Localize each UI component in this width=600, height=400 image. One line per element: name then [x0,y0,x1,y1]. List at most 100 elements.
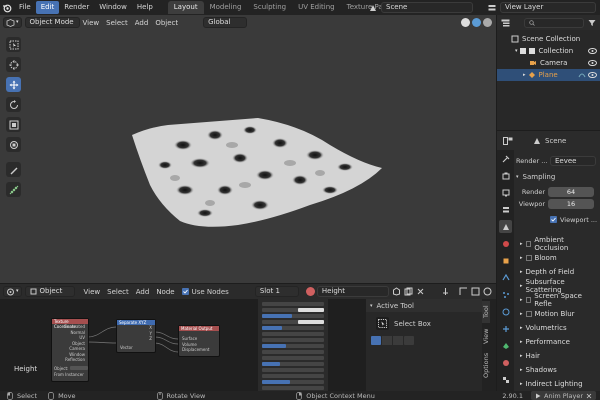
node-editor-type-button[interactable]: ▾ [3,286,22,297]
panel-subsurface[interactable]: ▸ Subsurface Scattering [516,278,598,294]
viewport-denoise-checkbox[interactable] [550,216,557,223]
material-name-field[interactable]: Height [316,286,389,297]
viewport-menu-object[interactable]: Object [155,19,178,27]
slot-dropdown[interactable]: Slot 1 [254,286,299,297]
viewport-menu-add[interactable]: Add [135,19,149,27]
outliner-collection[interactable]: ▾ Collection [497,45,600,57]
panel-motion-blur[interactable]: ▸ Motion Blur [516,307,598,321]
panel-shadows[interactable]: ▸ Shadows [516,363,598,377]
scene-field[interactable]: Scene [381,2,473,13]
expand-arrow-icon[interactable]: ▸ [523,72,526,78]
physics-tab-icon[interactable] [499,305,512,318]
menu-render[interactable]: Render [59,1,94,14]
object-mode-dropdown[interactable]: Object Mode [24,17,80,28]
editor-type-button[interactable]: ▾ [3,17,22,28]
panel-volumetrics[interactable]: ▸ Volumetrics [516,321,598,335]
node-material-output[interactable]: Material Output Surface Volume Displacem… [178,325,220,357]
node-texture-coordinate[interactable]: Texture Coordinate Generated Normal UV O… [51,318,89,382]
outliner-plane[interactable]: ▸ Plane [497,69,600,81]
anim-player-indicator[interactable]: Anim Player [531,391,596,400]
render-tab-icon[interactable] [499,169,512,182]
viewport-denoise-row[interactable]: Viewport ... [516,213,598,226]
panel-bloom[interactable]: ▸ Bloom [516,251,598,265]
view-layer-tab-icon[interactable] [499,203,512,216]
measure-tool-icon[interactable] [6,182,21,197]
constraints-tab-icon[interactable] [499,322,512,335]
outliner-editor-icon[interactable] [501,19,510,27]
viewport-menu-select[interactable]: Select [106,19,128,27]
sidebar-tab-view[interactable]: View [482,325,490,347]
outliner-search-input[interactable] [524,17,584,28]
menu-file[interactable]: File [14,1,36,14]
sampling-panel-header[interactable]: ▾ Sampling [516,170,598,184]
panel-performance[interactable]: ▸ Performance [516,335,598,349]
scene-tab-icon[interactable] [499,220,512,233]
material-sphere-icon[interactable] [305,287,315,296]
filter-icon[interactable] [588,19,596,27]
tab-layout[interactable]: Layout [167,1,204,14]
node-object-dropdown[interactable]: Object [24,286,75,297]
panel-ssr[interactable]: ▸ Screen Space Refle [516,292,598,308]
shading-rendered-icon[interactable] [483,18,492,27]
active-tool-header[interactable]: ▾ Active Tool [366,299,482,312]
cursor-tool-icon[interactable] [6,57,21,72]
outliner-scene-collection[interactable]: Scene Collection [497,33,600,45]
panel-ambient-occlusion[interactable]: ▸ Ambient Occlusion [516,236,598,252]
output-tab-icon[interactable] [499,186,512,199]
terrain-mesh[interactable] [0,15,496,283]
panel-hair[interactable]: ▸ Hair [516,349,598,363]
node-menu-add[interactable]: Add [136,288,150,296]
expand-arrow-icon[interactable]: ▾ [515,48,518,54]
overlay-icon[interactable] [483,287,492,296]
close-icon[interactable] [586,393,592,399]
eye-icon[interactable] [588,60,597,66]
sidebar-tab-tool[interactable]: Tool [482,301,490,323]
modifier-tab-icon[interactable] [499,271,512,284]
panel-depth-of-field[interactable]: ▸ Depth of Field [516,265,598,279]
data-tab-icon[interactable] [499,339,512,352]
3d-viewport[interactable] [0,15,496,283]
eye-icon[interactable] [588,48,597,54]
menu-edit[interactable]: Edit [35,1,60,14]
menu-help[interactable]: Help [132,1,158,14]
node-canvas[interactable]: Texture Coordinate Generated Normal UV O… [0,299,366,391]
select-box-row[interactable]: Select Box [366,317,482,330]
viewport-menu-view[interactable]: View [83,19,100,27]
transform-orientation-dropdown[interactable]: Global [203,17,248,28]
scene-selector[interactable]: Scene [368,2,473,13]
annotate-tool-icon[interactable] [6,162,21,177]
select-box-tool-icon[interactable] [376,317,389,330]
sidebar-tab-options[interactable]: Options [482,349,490,381]
rotate-tool-icon[interactable] [6,97,21,112]
select-mode-intersect-icon[interactable] [404,336,414,345]
texture-tab-icon[interactable] [499,373,512,386]
particles-tab-icon[interactable] [499,288,512,301]
tool-tab-icon[interactable] [499,152,512,165]
panel-indirect-lighting[interactable]: ▸ Indirect Lighting [516,377,598,391]
shading-material-icon[interactable] [472,18,481,27]
use-nodes-toggle[interactable]: Use Nodes [181,288,229,296]
tab-uv-editing[interactable]: UV Editing [292,1,341,14]
view-layer-selector[interactable]: View Layer [487,2,596,13]
panel-checkbox[interactable] [525,255,532,261]
panel-checkbox[interactable] [525,297,532,303]
object-field[interactable] [70,366,88,370]
select-mode-new-icon[interactable] [371,336,381,345]
transform-tool-icon[interactable] [6,137,21,152]
world-tab-icon[interactable] [499,237,512,250]
select-mode-subtract-icon[interactable] [393,336,403,345]
render-engine-dropdown[interactable]: Eevee [550,156,596,166]
properties-editor-icon[interactable] [503,136,513,145]
blender-logo-icon[interactable] [0,3,14,13]
panel-checkbox[interactable] [525,241,532,247]
menu-window[interactable]: Window [94,1,132,14]
use-nodes-checkbox[interactable] [181,288,189,295]
scale-tool-icon[interactable] [6,117,21,132]
move-tool-icon[interactable] [6,77,21,92]
node-separate-xyz[interactable]: Separate XYZ X Y Z Vector [116,319,156,353]
material-selector[interactable]: Height [305,286,389,297]
select-mode-extend-icon[interactable] [382,336,392,345]
render-samples-field[interactable]: 64 [548,187,594,197]
snap-icon[interactable] [459,287,468,296]
node-menu-node[interactable]: Node [156,288,174,296]
